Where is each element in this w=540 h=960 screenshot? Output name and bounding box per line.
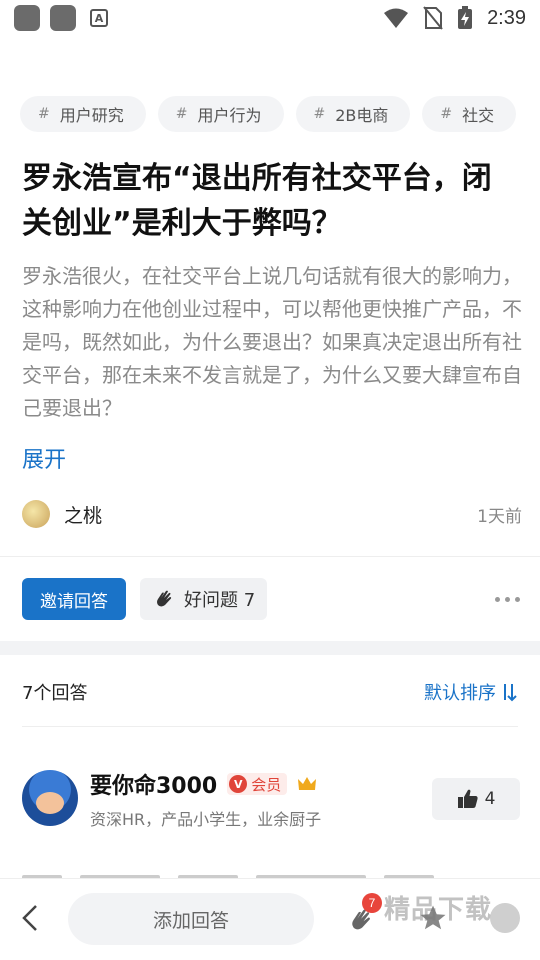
back-arrow-icon[interactable]	[18, 903, 44, 933]
expand-link[interactable]: 展开	[22, 442, 66, 474]
clap-icon	[152, 587, 176, 611]
topic-tags: # 用户研究 # 用户行为 #2B电商 # 社交	[20, 96, 540, 132]
sort-label: 默认排序	[424, 683, 496, 704]
topic-tag-label: 用户研究	[59, 106, 124, 125]
question-actions: 邀请回答 好问题 7	[22, 578, 522, 620]
answer-item[interactable]: 要你命3000 V 会员 资深HR，产品小学生，业余厨子 4	[22, 768, 520, 832]
good-question-bottom-button[interactable]: 7	[346, 893, 382, 939]
section-separator	[0, 641, 540, 655]
no-sim-icon	[423, 6, 443, 30]
author-name[interactable]: 之桃	[64, 501, 102, 528]
bottom-bar: 添加回答 7 精品下载	[0, 878, 540, 960]
wifi-icon	[384, 8, 409, 28]
answerer-name-row: 要你命3000 V 会员	[90, 768, 317, 800]
answers-count: 7个回答	[22, 683, 88, 704]
topic-tag-label: 2B电商	[335, 106, 389, 125]
vip-label: 会员	[251, 775, 282, 794]
answer-preview-cutoff	[22, 866, 492, 878]
sort-button[interactable]: 默认排序	[424, 679, 518, 705]
app-square-icon	[50, 5, 76, 31]
vip-icon: V	[229, 775, 248, 793]
more-options-icon[interactable]	[495, 596, 520, 602]
add-answer-button[interactable]: 添加回答	[68, 893, 314, 945]
question-title: 罗永浩宣布“退出所有社交平台，闭关创业”是利大于弊吗？	[22, 161, 492, 241]
clock: 2:39	[487, 6, 526, 29]
question-author: 之桃 1天前	[22, 498, 522, 530]
app-square-icon	[14, 5, 40, 31]
topic-tag-label: 用户行为	[197, 106, 262, 125]
watermark: 精品下载	[384, 895, 493, 925]
avatar[interactable]	[22, 770, 78, 826]
hash-icon: #	[175, 106, 188, 122]
question-description: 罗永浩很火，在社交平台上说几句话就有很大的影响力，这种影响力在他创业过程中，可以…	[22, 264, 522, 420]
answers-header: 7个回答 默认排序	[22, 672, 518, 712]
topic-tag[interactable]: # 社交	[422, 96, 517, 132]
like-count: 4	[484, 789, 496, 809]
topic-tag[interactable]: # 用户研究	[20, 96, 146, 132]
invite-answer-button[interactable]: 邀请回答	[22, 578, 126, 620]
thumbs-up-icon	[457, 788, 479, 810]
divider	[22, 726, 518, 727]
avatar[interactable]	[22, 500, 50, 528]
like-button[interactable]: 4	[432, 778, 520, 820]
answerer-bio: 资深HR，产品小学生，业余厨子	[90, 810, 322, 829]
good-question-label: 好问题 7	[184, 590, 256, 611]
topic-tag-label: 社交	[462, 106, 495, 125]
notification-badge: 7	[362, 893, 382, 913]
answerer-name[interactable]: 要你命3000	[90, 768, 217, 800]
vip-badge: V 会员	[227, 773, 288, 795]
status-bar: A 2:39	[0, 0, 540, 36]
post-time: 1天前	[477, 506, 522, 527]
hash-icon: #	[313, 106, 326, 122]
good-question-button[interactable]: 好问题 7	[140, 578, 268, 620]
font-a-icon: A	[90, 9, 108, 27]
hash-icon: #	[38, 106, 50, 122]
topic-tag[interactable]: #2B电商	[295, 96, 411, 132]
more-icon[interactable]	[490, 903, 520, 933]
hash-icon: #	[440, 106, 453, 122]
crown-icon	[297, 775, 317, 793]
sort-icon	[504, 684, 517, 702]
battery-charging-icon	[458, 6, 473, 29]
topic-tag[interactable]: # 用户行为	[157, 96, 284, 132]
divider	[0, 556, 540, 557]
